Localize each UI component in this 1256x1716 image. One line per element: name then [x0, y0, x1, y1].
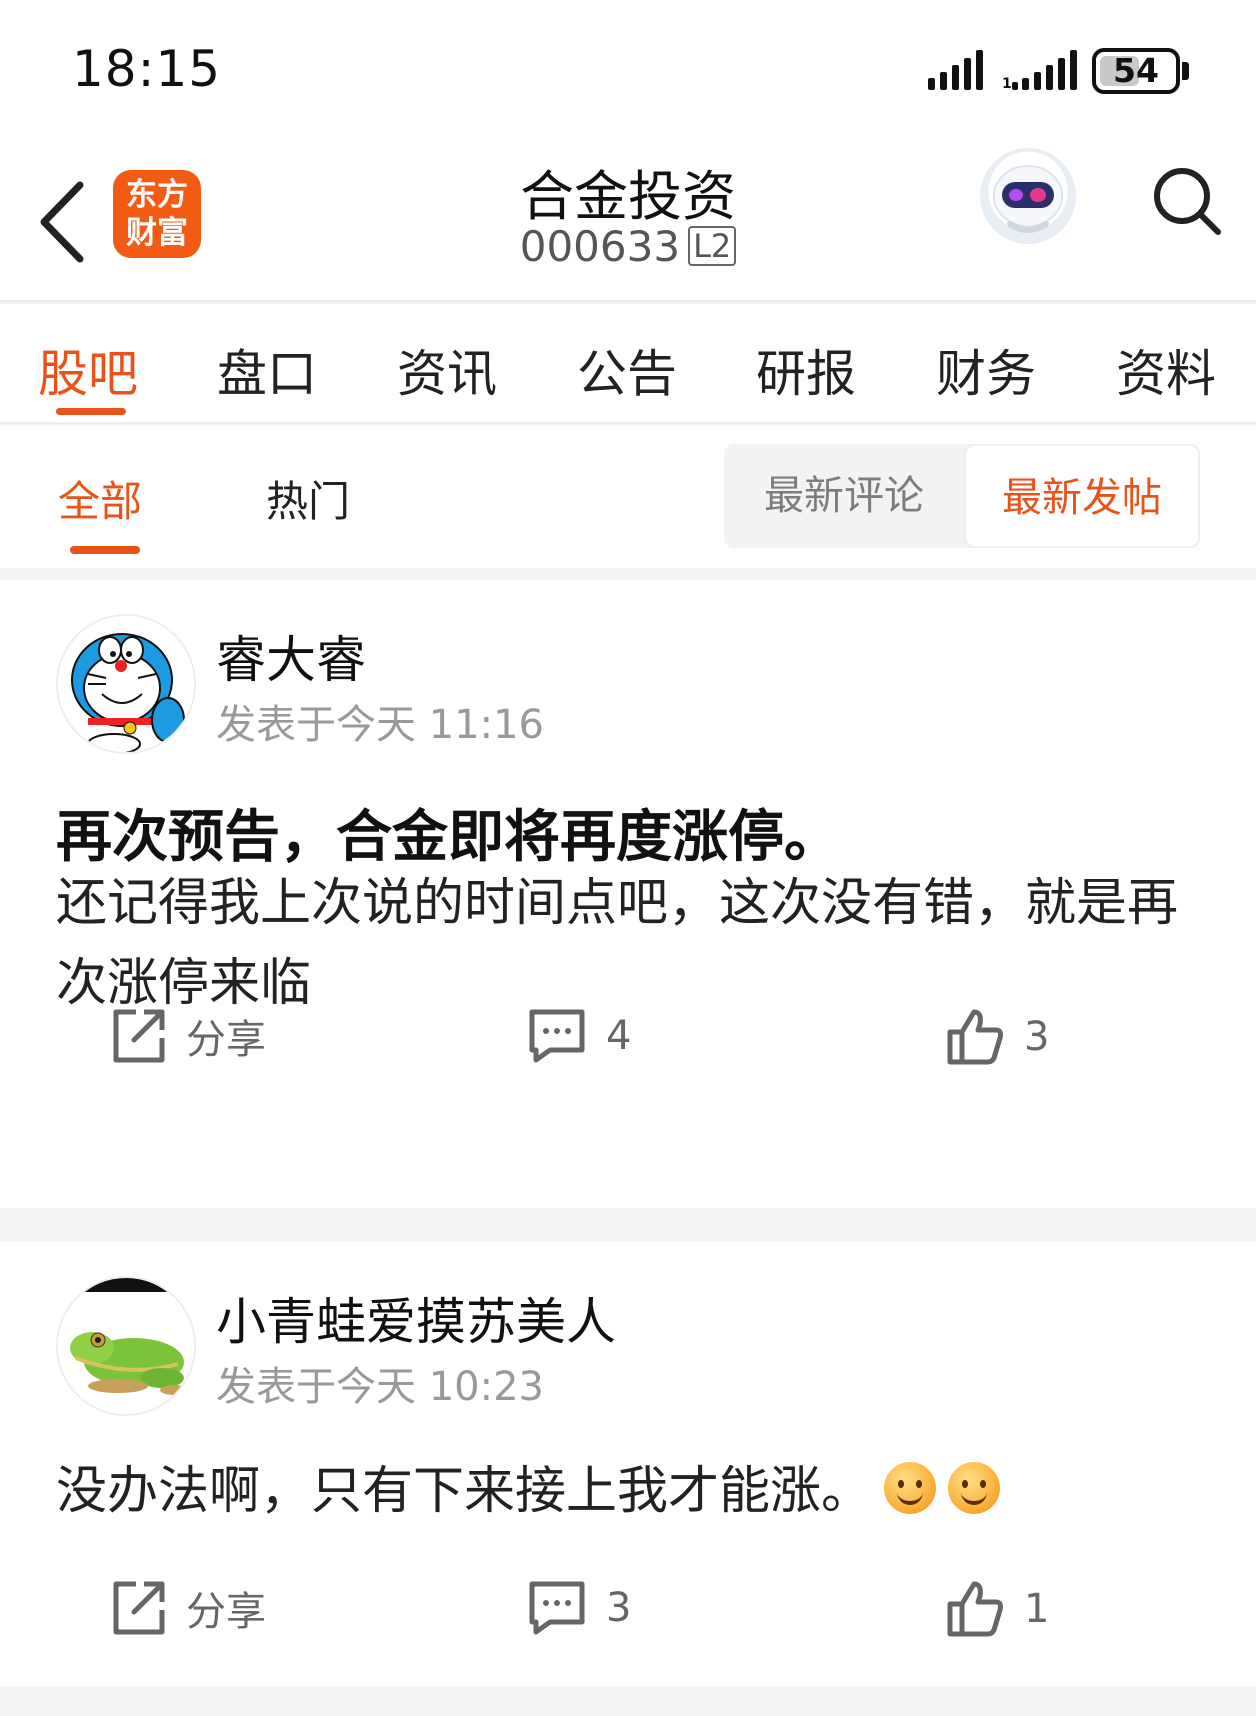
share-icon [113, 1009, 165, 1063]
status-time: 18:15 [72, 40, 222, 98]
search-icon [1154, 168, 1221, 235]
share-icon [113, 1581, 165, 1635]
thumbs-up-icon [947, 1009, 1003, 1065]
comment-count: 3 [606, 1585, 632, 1631]
subtab-hot[interactable]: 热门 [266, 468, 350, 529]
tab-guba[interactable]: 股吧 [38, 334, 138, 406]
signal-icon [928, 50, 984, 92]
smile-emoji-icon [884, 1462, 937, 1514]
like-button[interactable]: 1 [944, 1578, 1049, 1640]
post-body[interactable]: 没办法啊，只有下来接上我才能涨。 [56, 1452, 1206, 1532]
active-subtab-indicator [70, 546, 140, 554]
post-card[interactable]: 小青蛙爱摸苏美人 发表于今天 10:23 没办法啊，只有下来接上我才能涨。 分享… [0, 1242, 1256, 1686]
battery-level: 54 [1113, 51, 1159, 90]
comment-button[interactable]: 3 [526, 1578, 631, 1638]
assistant-robot-avatar[interactable] [980, 148, 1076, 244]
comment-button[interactable]: 4 [526, 1006, 631, 1066]
like-count: 3 [1024, 1014, 1050, 1060]
sort-latest-comment[interactable]: 最新评论 [724, 444, 964, 548]
tab-announcements[interactable]: 公告 [577, 334, 677, 406]
sub-tab-bar: 全部 热门 最新评论 最新发帖 [0, 426, 1256, 568]
svg-text:1: 1 [1002, 76, 1012, 92]
search-button[interactable] [1148, 160, 1228, 240]
comment-icon [529, 1581, 585, 1635]
post-time: 发表于今天 11:16 [216, 702, 544, 748]
level2-badge[interactable]: L2 [688, 226, 737, 266]
post-body-text: 没办法啊，只有下来接上我才能涨。 [56, 1462, 873, 1521]
tab-research[interactable]: 研报 [756, 334, 856, 406]
post-author[interactable]: 睿大睿 [216, 620, 366, 692]
main-tab-bar: 股吧 盘口 资讯 公告 研报 财务 资料 [0, 304, 1256, 424]
avatar[interactable] [56, 614, 196, 754]
post-card[interactable]: 睿大睿 发表于今天 11:16 再次预告，合金即将再度涨停。 还记得我上次说的时… [0, 580, 1256, 1208]
doraemon-avatar-icon [58, 616, 194, 752]
share-button[interactable]: 分享 [108, 1006, 266, 1066]
share-label: 分享 [186, 1017, 266, 1063]
signal-2-icon: 1 [1002, 50, 1078, 92]
robot-icon [993, 165, 1063, 233]
battery-tip [1182, 62, 1189, 80]
post-body[interactable]: 还记得我上次说的时间点吧，这次没有错，就是再次涨停来临 [56, 864, 1206, 1024]
tab-pankou[interactable]: 盘口 [217, 334, 317, 406]
post-title[interactable]: 再次预告，合金即将再度涨停。 [56, 792, 840, 873]
battery-icon: 54 [1092, 48, 1180, 94]
tab-profile[interactable]: 资料 [1116, 334, 1216, 406]
subtab-all[interactable]: 全部 [58, 468, 142, 529]
post-time: 发表于今天 10:23 [216, 1364, 544, 1410]
sort-toggle: 最新评论 最新发帖 [724, 444, 1200, 548]
active-tab-indicator [56, 408, 126, 415]
tab-news[interactable]: 资讯 [397, 334, 497, 406]
share-button[interactable]: 分享 [108, 1578, 266, 1638]
sort-latest-post[interactable]: 最新发帖 [964, 444, 1200, 548]
comment-count: 4 [606, 1013, 632, 1059]
tab-finance[interactable]: 财务 [936, 334, 1036, 406]
post-author[interactable]: 小青蛙爱摸苏美人 [216, 1282, 616, 1354]
like-button[interactable]: 3 [944, 1006, 1049, 1068]
frog-avatar-icon [58, 1278, 194, 1414]
status-bar: 18:15 1 54 [0, 0, 1256, 130]
like-count: 1 [1024, 1586, 1050, 1632]
share-label: 分享 [186, 1589, 266, 1635]
avatar[interactable] [56, 1276, 196, 1416]
stock-code: 000633 [519, 222, 681, 271]
smile-emoji-icon [948, 1462, 1001, 1514]
thumbs-up-icon [947, 1581, 1003, 1637]
stock-header: 东方 财富 合金投资 000633 L2 [0, 130, 1256, 302]
comment-icon [529, 1009, 585, 1063]
